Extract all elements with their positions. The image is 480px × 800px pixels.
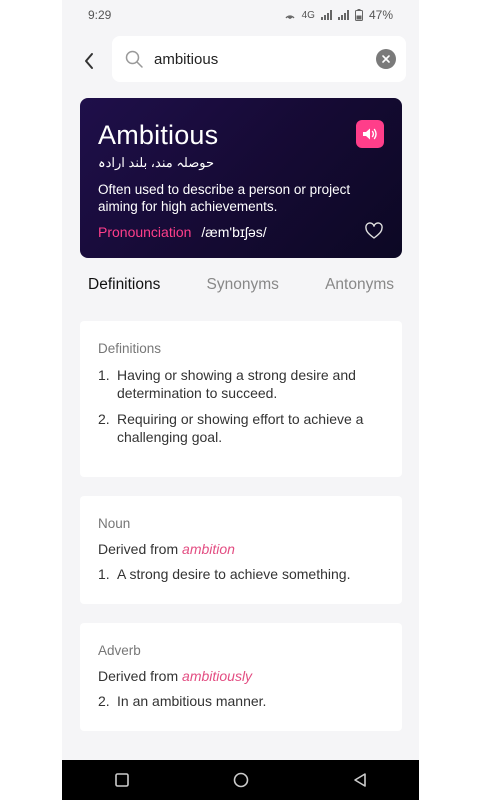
app-screen: 9:29 4G 47% ambitious Ambitious حوصلہ من… [62,0,419,800]
system-nav-bar [62,760,419,800]
item-text: A strong desire to achieve something. [117,566,351,582]
chevron-left-icon [85,53,93,69]
circle-icon [233,772,248,788]
pronunciation-row: Pronounciation /æm'bɪʃəs/ [98,221,384,241]
battery-icon [354,9,363,21]
status-bar: 9:29 4G 47% [62,0,419,30]
noun-section: Noun Derived from ambition 1. A strong d… [80,496,402,604]
adverb-section: Adverb Derived from ambitiously 2. In an… [80,623,402,731]
home-button[interactable] [229,768,253,792]
word-title: Ambitious [98,120,219,150]
hotspot-icon [285,15,295,19]
signal-icon [320,10,332,20]
derived-prefix: Derived from [98,541,179,557]
status-icons: 4G 47% [284,8,393,22]
item-number: 2. [98,411,110,427]
section-title: Noun [98,516,131,531]
item-number: 1. [98,367,110,383]
tab-synonyms[interactable]: Synonyms [207,276,279,294]
signal-icon-2 [337,10,349,20]
heart-icon[interactable] [364,221,384,241]
search-bar [112,36,406,82]
definition-item: 1. Having or showing a strong desire and… [98,366,384,402]
search-icon [125,50,143,68]
system-back-button[interactable] [348,768,372,792]
triangle-back-icon [353,773,366,787]
word-card: Ambitious حوصلہ مند، بلند ارادہ Often us… [80,98,402,258]
tab-definitions[interactable]: Definitions [88,276,160,294]
status-time: 9:29 [88,8,112,22]
recents-button[interactable] [110,768,134,792]
derived-from: Derived from ambition [98,541,384,557]
derived-word-link[interactable]: ambition [182,541,235,557]
item-number: 2. [98,693,110,709]
section-title: Definitions [98,341,162,356]
play-pronunciation-button[interactable] [356,120,384,148]
item-text: In an ambitious manner. [117,693,267,709]
derived-word-link[interactable]: ambitiously [182,668,252,684]
word-description: Often used to describe a person or proje… [98,182,351,214]
close-icon [382,55,390,63]
battery-level: 47% [368,8,393,22]
item-number: 1. [98,566,110,582]
definitions-section: Definitions 1. Having or showing a stron… [80,321,402,477]
item-text: Requiring or showing effort to achieve a… [117,411,364,445]
word-translation: حوصلہ مند، بلند ارادہ [98,155,215,170]
network-type: 4G [301,9,315,21]
tab-bar: Definitions Synonyms Antonyms [80,276,402,294]
definition-item: 2. Requiring or showing effort to achiev… [98,410,384,446]
square-icon [114,773,129,787]
definition-item: 1. A strong desire to achieve something. [98,565,384,583]
speaker-icon [363,128,377,140]
pronunciation-label: Pronounciation [98,224,192,240]
item-text: Having or showing a strong desire and de… [117,367,356,401]
definition-item: 2. In an ambitious manner. [98,692,384,710]
pronunciation-value: /æm'bɪʃəs/ [201,224,267,240]
back-button[interactable] [76,48,102,74]
derived-from: Derived from ambitiously [98,668,384,684]
derived-prefix: Derived from [98,668,179,684]
search-input[interactable] [152,49,376,69]
clear-search-button[interactable] [376,49,396,69]
section-title: Adverb [98,643,141,658]
tab-antonyms[interactable]: Antonyms [325,276,394,294]
